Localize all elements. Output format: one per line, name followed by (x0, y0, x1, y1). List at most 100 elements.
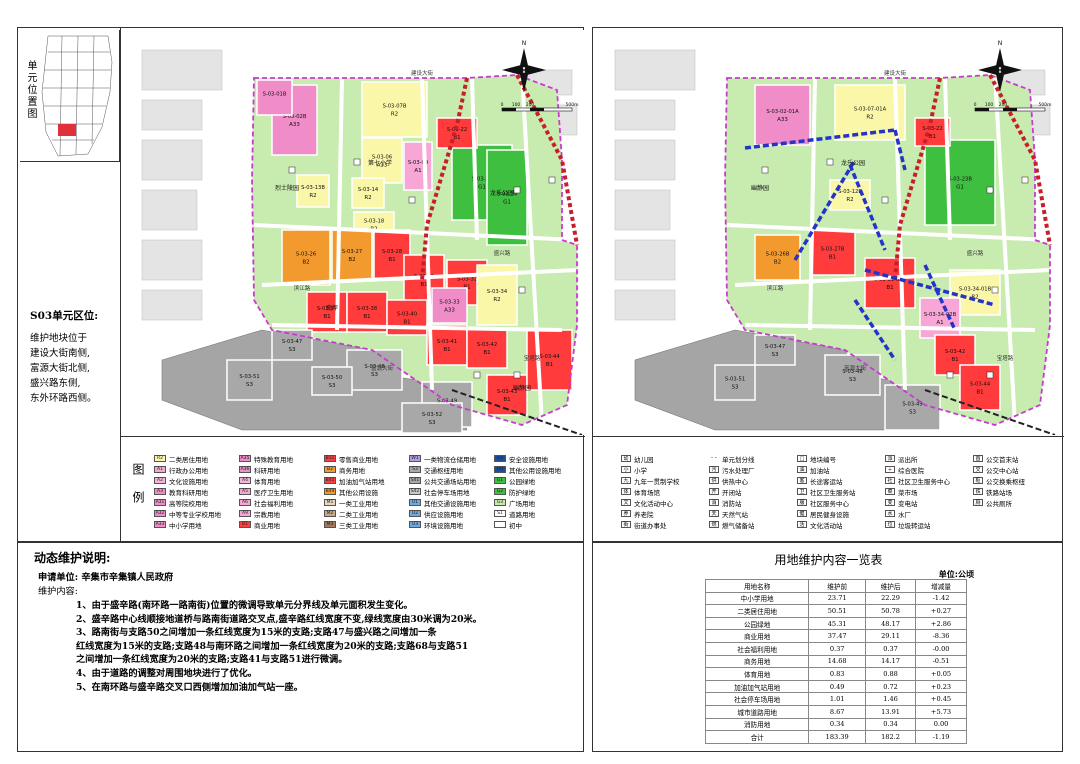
legend-item: S41 公共交通场站用地 (409, 475, 494, 486)
legend-label: 社区卫生服务站 (810, 488, 856, 497)
parcel-code: S-03-12B (838, 189, 862, 195)
parcel-shape (714, 364, 756, 401)
parcel-type: R2 (866, 115, 873, 121)
legend-symbol-icon: 天 (709, 510, 719, 517)
parcel-shape (403, 141, 433, 191)
road-label: 盛兴路 (967, 249, 984, 257)
scale-bar-segment (502, 108, 516, 111)
legend-label: 高等院校用地 (169, 499, 208, 508)
legend-label: 公共交通场站用地 (424, 477, 476, 486)
table-title: 用地维护内容一览表 (774, 553, 883, 567)
parcel-code: S-03-28 (382, 249, 402, 255)
table-cell: 1.46 (865, 692, 917, 706)
legend-swatch: A5 (239, 488, 251, 495)
legend-symbol-icon: 客 (797, 477, 807, 484)
legend-label: 街道办事处 (634, 521, 667, 530)
parcel-type: G1 (478, 185, 486, 191)
table-cell: 公园绿地 (704, 616, 810, 631)
place-label: 龙乐公园 (490, 189, 514, 197)
parcel: S-03-51 S3 (226, 359, 273, 401)
parcel-shape (351, 177, 385, 209)
road-label: 富源大街 (844, 364, 867, 372)
parcel-type: A1 (936, 320, 943, 326)
parcel-shape (924, 139, 996, 226)
table-row: 商务用地 14.68 14.17 -0.51 (704, 654, 967, 669)
legend-label: 中小学用地 (169, 521, 202, 530)
parcel-code: S-03-47 (282, 339, 302, 345)
legend-symbol-icon: 养 (621, 510, 631, 517)
parcel-type: S3 (371, 372, 378, 378)
legend-item: M3 三类工业用地 (324, 519, 409, 530)
legend-label: 加油加气站用地 (339, 477, 385, 486)
parcel: S-03-31-01BB1 (864, 257, 916, 309)
table-cell: 0.83 (808, 667, 867, 681)
table-cell: -0.51 (915, 654, 967, 669)
divider (120, 436, 585, 437)
parcel-type: S3 (772, 352, 779, 358)
land-use-map-after: S-03-02-01AA33S-03-07-01AR2S-03-23BG1S-0… (595, 30, 1061, 435)
legend-item: S42 社会停车场用地 (409, 486, 494, 497)
legend-swatch: U3 (409, 521, 421, 528)
surrounding-block (614, 239, 676, 281)
legend-label: 安全设施用地 (509, 455, 548, 464)
legend-swatch: A4 (239, 477, 251, 484)
table-cell: 0.37 (865, 641, 917, 656)
table-cell: 14.17 (865, 654, 917, 669)
symbol-legend-item: 油加油站 (797, 464, 885, 475)
legend-label: 综合医院 (898, 466, 924, 475)
unit-title: S03单元区位: (30, 310, 99, 322)
table-cell: -1.42 (915, 591, 967, 606)
table-cell: 37.47 (808, 629, 867, 643)
legend-symbol-icon: 卫 (797, 488, 807, 495)
parcel-shape (824, 354, 881, 396)
legend-swatch: A31 (154, 499, 166, 506)
parcel-shape (401, 402, 463, 434)
legend-label: 防护绿地 (509, 488, 535, 497)
scale-label: 200 (999, 102, 1008, 108)
parcel-code: S-03-22 (922, 126, 942, 132)
table-cell: 0.49 (808, 679, 867, 694)
legend-symbol-icon: 服 (797, 499, 807, 506)
table-cell: 45.31 (808, 616, 867, 631)
table-cell: 合计 (704, 730, 810, 744)
legend-symbol-icon: 变 (885, 499, 895, 506)
amenity-icon (513, 371, 521, 379)
symbol-legend-item: 铁铁路站场 (973, 486, 1061, 497)
legend-label: 体育场馆 (634, 488, 660, 497)
legend-swatch: U4 (494, 455, 506, 462)
amenity-icon (548, 176, 556, 184)
parcel-shape (281, 229, 331, 286)
parcel-code: S-03-44 (970, 382, 991, 388)
legend-item: U3 环境设施用地 (409, 519, 494, 530)
s03-location-highlight (58, 124, 76, 136)
amenity-icon (991, 286, 999, 294)
place-label: 烈士陵园 (275, 184, 299, 192)
legend-item: W1 一类物流仓储用地 (409, 453, 494, 464)
legend-symbol-icon: - - (711, 455, 717, 461)
right-panel: S-03-02-01A A33 S-03-07-01A R2 S-03-23B G1 S-0… (592, 27, 1064, 542)
parcel: S-03-01B (256, 79, 293, 116)
parcel: S-03-48S3 (824, 354, 881, 396)
symbol-legend-item: □ 地块编号 (797, 453, 885, 464)
parcel-code: S-03-01B (263, 92, 287, 98)
amenity-icon (986, 186, 994, 194)
unit-desc-line: 东外环路西侧。 (30, 393, 97, 404)
surrounding-block (614, 49, 696, 91)
legend-item: M2 二类工业用地 (324, 508, 409, 519)
road-label: 滨江路 (767, 284, 784, 292)
table-cell: 0.37 (808, 641, 867, 656)
legend-label: 三类工业用地 (339, 521, 378, 530)
legend-symbol-icon: 垃 (885, 521, 895, 528)
parcel-code: S-03-44 (539, 354, 560, 360)
parcel-type: B1 (929, 134, 936, 140)
legend-label: 行政办公用地 (169, 466, 208, 475)
table-cell: 50.51 (808, 604, 867, 618)
legend-symbol-icon: 污 (709, 466, 719, 473)
table-cell: 商业用地 (704, 629, 810, 643)
table-row: 消防用地 0.34 0.34 0.00 (704, 717, 967, 732)
parcel: S-03-02-01A A33 (754, 84, 811, 146)
legend-symbol-icon: 派 (885, 455, 895, 462)
amenity-icon (473, 371, 481, 379)
notes-line: 4、由于道路的调整对周围地块进行了优化。 (76, 667, 257, 679)
notes-content-label: 维护内容: (38, 586, 78, 597)
